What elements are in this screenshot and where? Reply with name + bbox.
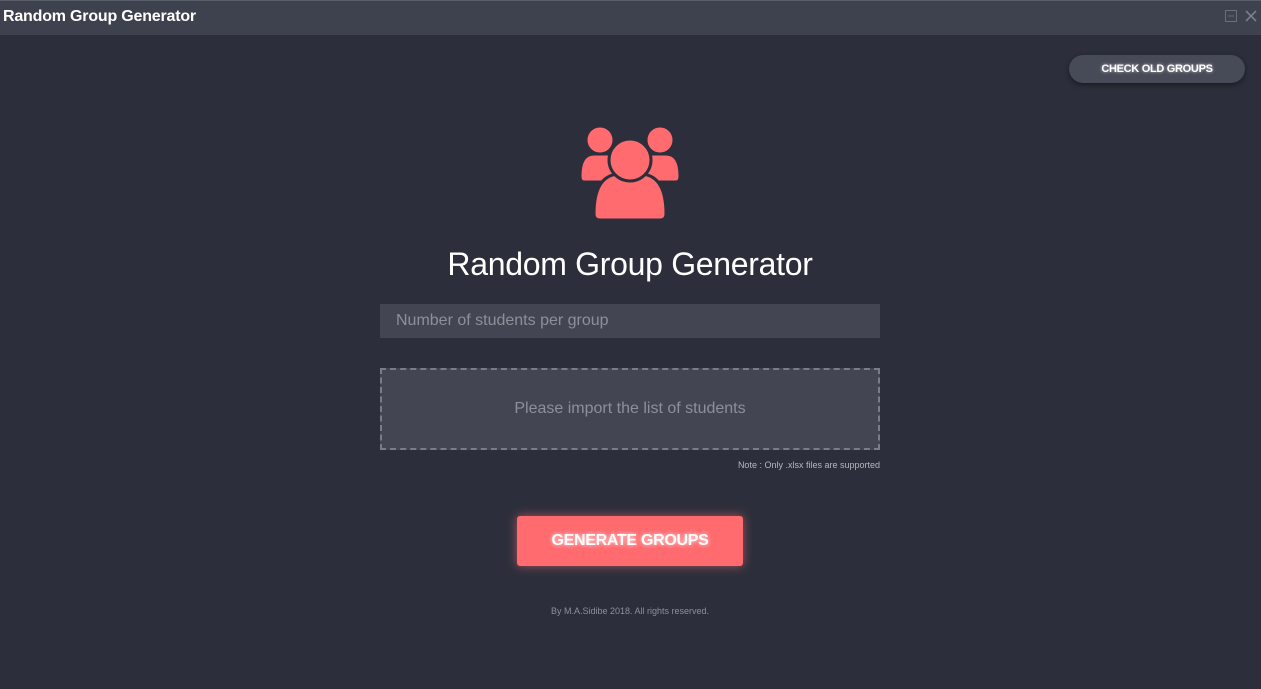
users-group-icon: [578, 124, 682, 222]
footer-copyright: By M.A.Sidibe 2018. All rights reserved.: [550, 606, 710, 616]
window-controls: [1225, 10, 1257, 22]
generate-groups-button[interactable]: GENERATE GROUPS: [517, 516, 743, 566]
file-type-note: Note : Only .xlsx files are supported: [737, 460, 880, 470]
check-old-groups-button[interactable]: CHECK OLD GROUPS: [1069, 55, 1245, 83]
import-students-dropzone[interactable]: Please import the list of students: [380, 368, 880, 450]
title-bar[interactable]: Random Group Generator: [0, 0, 1261, 35]
import-label: Please import the list of students: [514, 400, 746, 417]
close-icon[interactable]: [1245, 10, 1257, 22]
students-per-group-input[interactable]: [380, 304, 880, 338]
app-window: Random Group Generator CHECK OLD GROUPS: [0, 0, 1261, 689]
minimize-icon[interactable]: [1225, 10, 1237, 22]
page-title: Random Group Generator: [447, 246, 813, 282]
window-title: Random Group Generator: [3, 8, 196, 25]
